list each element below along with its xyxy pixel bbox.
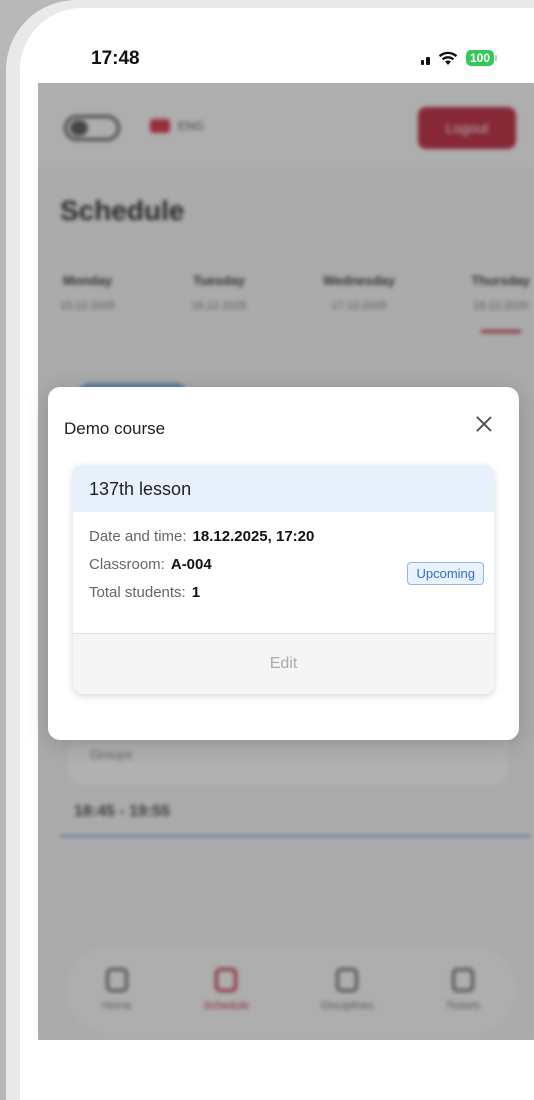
close-icon[interactable] <box>471 411 497 437</box>
students-row: Total students: 1 <box>89 584 478 601</box>
status-time: 17:48 <box>91 48 140 69</box>
signal-icon <box>420 51 443 139</box>
edit-button[interactable]: Edit <box>73 633 494 694</box>
date-row: Date and time: 18.12.2025, 17:20 <box>89 528 478 545</box>
status-badge: Upcoming <box>407 562 484 585</box>
lesson-title: 137th lesson <box>73 465 494 512</box>
home-indicator-area <box>38 1040 534 1090</box>
date-value: 18.12.2025, 17:20 <box>192 528 315 545</box>
lesson-modal: Demo course 137th lesson Date and time: 1… <box>48 387 519 740</box>
status-icons: 100 <box>420 50 498 139</box>
wifi-icon <box>438 51 458 65</box>
lesson-details: Date and time: 18.12.2025, 17:20 Classroo… <box>73 512 494 633</box>
date-label: Date and time: <box>89 528 187 545</box>
students-label: Total students: <box>89 584 186 601</box>
classroom-label: Classroom: <box>89 556 165 573</box>
students-value: 1 <box>191 584 201 601</box>
battery-indicator: 100 <box>465 50 498 66</box>
classroom-value: A-004 <box>170 556 212 573</box>
status-bar: 17:48 100 <box>20 8 534 139</box>
modal-title: Demo course <box>64 419 166 438</box>
lesson-card: 137th lesson Date and time: 18.12.2025, 1… <box>73 465 494 694</box>
